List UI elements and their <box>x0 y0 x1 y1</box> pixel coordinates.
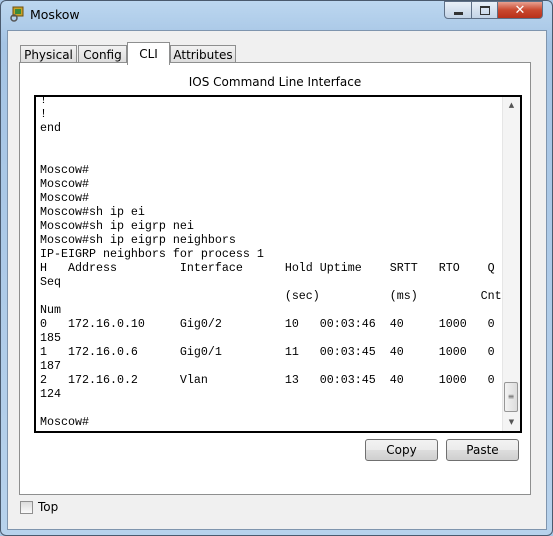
copy-button[interactable]: Copy <box>365 439 438 461</box>
tab-cli[interactable]: CLI <box>127 42 170 65</box>
router-icon <box>10 6 24 22</box>
terminal-line: (sec) (ms) Cnt <box>40 289 502 303</box>
minimize-button[interactable] <box>444 1 472 19</box>
cli-terminal[interactable]: !! end Moscow# Moscow# Moscow# Moscow#sh ip … <box>34 95 522 433</box>
title-bar[interactable]: Moskow ✕ <box>0 0 553 30</box>
top-checkbox[interactable] <box>20 501 33 514</box>
terminal-line: end <box>40 121 61 135</box>
terminal-line: Moscow# <box>40 177 89 191</box>
terminal-line: 187 <box>40 359 61 373</box>
terminal-line: IP-EIGRP neighbors for process 1 <box>40 247 264 261</box>
terminal-output[interactable]: !! end Moscow# Moscow# Moscow# Moscow#sh ip … <box>40 95 502 429</box>
scroll-thumb[interactable]: ≡ <box>504 382 518 412</box>
cli-panel: IOS Command Line Interface !! end Moscow#… <box>19 62 531 495</box>
vertical-scrollbar[interactable]: ▲ ≡ ▼ <box>502 97 520 431</box>
terminal-line: Moscow# <box>40 163 89 177</box>
terminal-line: 185 <box>40 331 61 345</box>
terminal-line: ! <box>40 95 47 107</box>
terminal-line: ! <box>40 107 47 121</box>
terminal-line: H Address Interface Hold Uptime SRTT RTO… <box>40 261 495 275</box>
panel-title: IOS Command Line Interface <box>188 75 362 89</box>
terminal-line: Moscow#sh ip eigrp nei <box>40 219 194 233</box>
terminal-line: 124 <box>40 387 61 401</box>
terminal-line: Seq <box>40 275 61 289</box>
paste-button[interactable]: Paste <box>446 439 519 461</box>
maximize-icon <box>479 5 490 15</box>
minimize-icon <box>453 11 463 15</box>
scroll-up-arrow-icon[interactable]: ▲ <box>503 97 520 114</box>
terminal-line: Moscow# <box>40 415 89 429</box>
close-button[interactable]: ✕ <box>497 1 543 19</box>
terminal-line: 2 172.16.0.2 Vlan 13 00:03:45 40 1000 0 <box>40 373 495 387</box>
close-icon: ✕ <box>514 2 526 18</box>
window-title: Moskow <box>30 7 80 22</box>
scroll-down-arrow-icon[interactable]: ▼ <box>503 414 520 431</box>
top-checkbox-label: Top <box>38 500 59 514</box>
terminal-line: 0 172.16.0.10 Gig0/2 10 00:03:46 40 1000… <box>40 317 495 331</box>
terminal-line: Moscow# <box>40 191 89 205</box>
terminal-line: 1 172.16.0.6 Gig0/1 11 00:03:45 40 1000 … <box>40 345 495 359</box>
terminal-line: Moscow#sh ip ei <box>40 205 145 219</box>
terminal-line: Num <box>40 303 61 317</box>
maximize-button[interactable] <box>471 1 498 19</box>
dialog-client-area: Physical Config CLI Attributes IOS Comma… <box>7 30 547 530</box>
terminal-line: Moscow#sh ip eigrp neighbors <box>40 233 236 247</box>
